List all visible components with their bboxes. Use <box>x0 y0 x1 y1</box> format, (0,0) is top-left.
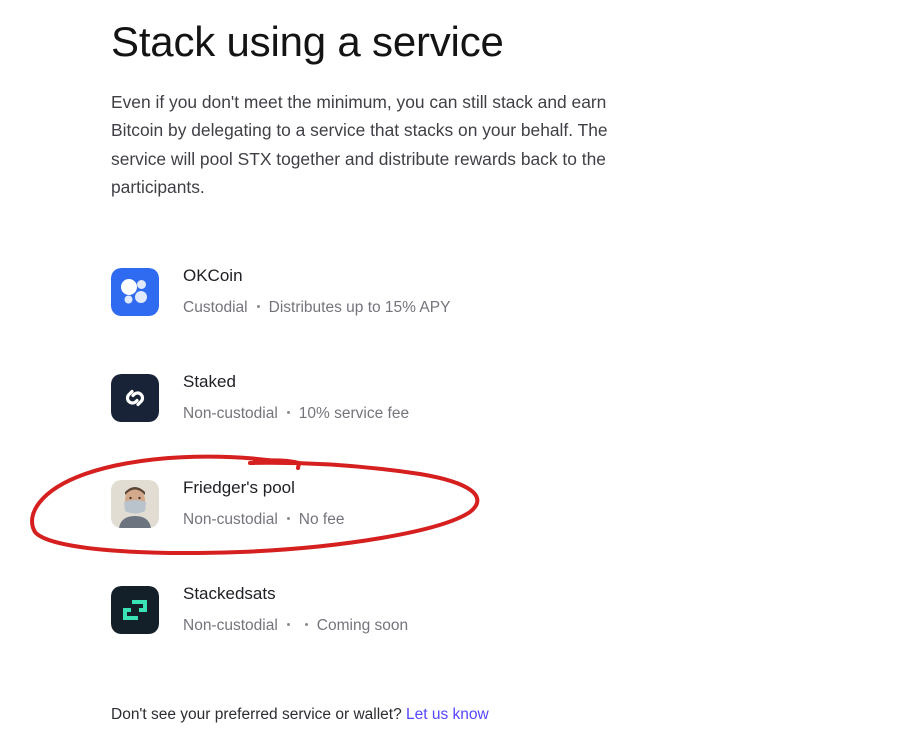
service-meta: Non-custodial Coming soon <box>183 617 408 635</box>
service-name: Friedger's pool <box>183 478 295 497</box>
page-title: Stack using a service <box>111 18 504 65</box>
service-item-friedgers-pool[interactable]: Friedger's pool Non-custodial No fee <box>111 474 591 580</box>
service-meta: Non-custodial 10% service fee <box>183 405 409 423</box>
let-us-know-link[interactable]: Let us know <box>406 706 489 723</box>
separator-dot <box>256 305 260 309</box>
service-list: OKCoin Custodial Distributes up to 15% AP… <box>111 262 591 686</box>
service-status: Coming soon <box>316 617 409 634</box>
service-detail: Distributes up to 15% APY <box>268 299 451 316</box>
page-description: Even if you don't meet the minimum, you … <box>111 92 608 197</box>
service-detail: No fee <box>298 511 345 528</box>
custody-label: Non-custodial <box>183 617 278 634</box>
custody-label: Non-custodial <box>183 405 278 422</box>
custody-label: Custodial <box>183 299 248 316</box>
separator-dot <box>286 517 290 521</box>
okcoin-logo <box>111 268 159 316</box>
staked-logo <box>111 374 159 422</box>
service-item-stackedsats[interactable]: Stackedsats Non-custodial Coming soon <box>111 580 591 686</box>
footer-prompt: Don't see your preferred service or wall… <box>111 706 489 724</box>
custody-label: Non-custodial <box>183 511 278 528</box>
service-name: Stackedsats <box>183 584 276 603</box>
stackedsats-logo <box>111 586 159 634</box>
service-name: OKCoin <box>183 266 243 285</box>
service-name: Staked <box>183 372 236 391</box>
service-item-staked[interactable]: Staked Non-custodial 10% service fee <box>111 368 591 474</box>
separator-dot <box>286 411 290 415</box>
service-meta: Non-custodial No fee <box>183 511 344 529</box>
footer-prompt-text: Don't see your preferred service or wall… <box>111 706 402 723</box>
separator-dot <box>286 623 290 627</box>
separator-dot <box>304 623 308 627</box>
friedger-avatar <box>111 480 159 528</box>
service-item-okcoin[interactable]: OKCoin Custodial Distributes up to 15% AP… <box>111 262 591 368</box>
service-detail: 10% service fee <box>298 405 410 422</box>
service-meta: Custodial Distributes up to 15% APY <box>183 299 450 317</box>
